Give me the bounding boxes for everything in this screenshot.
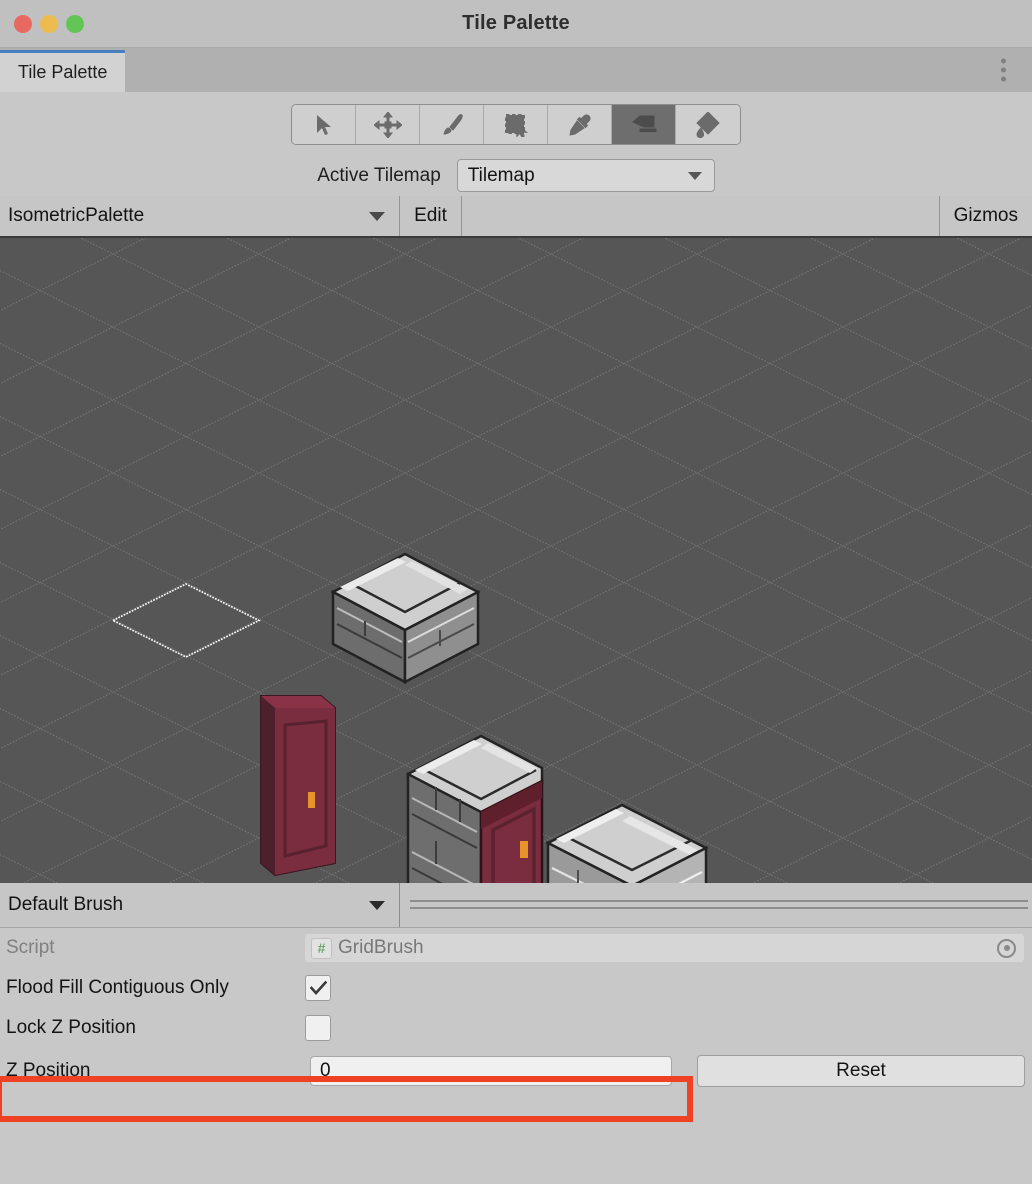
erase-tool-button[interactable]: [612, 105, 676, 144]
kebab-menu-icon[interactable]: [997, 55, 1010, 86]
window-titlebar: Tile Palette: [0, 0, 1032, 48]
door-knob: [520, 841, 528, 858]
lock-z-label: Lock Z Position: [6, 1017, 136, 1038]
tab-bar: Tile Palette: [0, 48, 1032, 92]
door-knob: [308, 792, 315, 808]
checkmark-icon: [309, 981, 327, 995]
property-row-flood-fill: Flood Fill Contiguous Only: [0, 968, 1032, 1008]
move-arrows-icon: [373, 111, 402, 138]
paint-tool-button[interactable]: [420, 105, 484, 144]
script-label: Script: [6, 937, 55, 958]
tile-door-flat: [260, 695, 336, 877]
toolbar-row: [0, 104, 1032, 145]
palette-dropdown[interactable]: IsometricPalette: [0, 196, 400, 236]
object-picker-dot: [1003, 945, 1010, 951]
active-tilemap-value: Tilemap: [467, 164, 535, 186]
window-title: Tile Palette: [462, 12, 570, 34]
flood-fill-checkbox[interactable]: [305, 975, 331, 1001]
tab-label: Tile Palette: [18, 62, 108, 82]
close-button[interactable]: [14, 14, 32, 33]
picker-tool-button[interactable]: [548, 105, 612, 144]
chevron-down-icon: [369, 211, 385, 221]
property-row-lock-z: Lock Z Position: [0, 1008, 1032, 1048]
script-value: GridBrush: [338, 937, 424, 958]
script-badge-icon: #: [311, 937, 332, 959]
kebab-dot: [1001, 58, 1006, 64]
eraser-icon: [630, 114, 658, 136]
z-position-input[interactable]: 0: [310, 1056, 672, 1086]
property-row-script: Script # GridBrush: [0, 928, 1032, 968]
tool-toolbar: [291, 104, 741, 145]
kebab-dot: [1001, 76, 1006, 82]
reset-label: Reset: [836, 1060, 886, 1081]
tool-area: Active Tilemap Tilemap: [0, 92, 1032, 196]
brush-name: Default Brush: [8, 894, 124, 915]
gizmos-button[interactable]: Gizmos: [940, 196, 1032, 236]
kebab-dot: [1001, 67, 1006, 73]
marquee-select-icon: [504, 113, 528, 137]
brush-toolbar: Default Brush: [0, 883, 1032, 928]
minimize-button[interactable]: [40, 14, 58, 33]
active-tilemap-row: Active Tilemap Tilemap: [0, 159, 1032, 192]
gizmos-label: Gizmos: [953, 205, 1018, 226]
tile-palette-canvas[interactable]: [0, 238, 1032, 883]
chevron-down-icon: [687, 171, 702, 180]
paint-bucket-icon: [695, 111, 721, 138]
brush-dropdown[interactable]: Default Brush: [0, 883, 400, 927]
tab-tile-palette[interactable]: Tile Palette: [0, 50, 126, 92]
property-row-z-position: Z Position 0 Reset: [0, 1048, 1032, 1094]
palette-edit-label: Edit: [414, 205, 447, 226]
select-tool-button[interactable]: [292, 105, 356, 144]
active-tilemap-label: Active Tilemap: [317, 164, 441, 186]
active-tilemap-dropdown[interactable]: Tilemap: [456, 159, 715, 192]
z-position-value: 0: [320, 1060, 331, 1081]
brush-properties-panel: Script # GridBrush Flood Fill Contiguous…: [0, 928, 1032, 1094]
handle-line: [410, 900, 1028, 902]
palette-edit-button[interactable]: Edit: [400, 196, 462, 236]
move-tool-button[interactable]: [356, 105, 420, 144]
canvas-artwork: [0, 238, 1032, 883]
palette-toolbar: IsometricPalette Edit Gizmos: [0, 196, 1032, 238]
maximize-button[interactable]: [66, 14, 84, 33]
object-picker-icon[interactable]: [997, 938, 1016, 958]
z-position-label: Z Position: [6, 1060, 91, 1081]
box-fill-tool-button[interactable]: [484, 105, 548, 144]
tile-palette-window: Tile Palette Tile Palette Active Tilemap…: [0, 0, 1032, 1122]
script-object-field[interactable]: # GridBrush: [305, 934, 1024, 962]
eyedropper-icon: [568, 113, 592, 137]
fill-tool-button[interactable]: [676, 105, 740, 144]
palette-name: IsometricPalette: [8, 205, 145, 226]
palette-toolbar-spacer: [462, 196, 940, 236]
chevron-down-icon: [369, 900, 385, 910]
window-controls: [14, 14, 84, 33]
lock-z-checkbox[interactable]: [305, 1015, 331, 1041]
reset-button[interactable]: Reset: [697, 1055, 1025, 1087]
tab-bar-empty: [125, 48, 1032, 92]
panel-resize-handle[interactable]: [400, 883, 1032, 927]
flood-fill-label: Flood Fill Contiguous Only: [6, 977, 229, 998]
handle-line: [410, 907, 1028, 909]
cursor-arrow-icon: [314, 114, 334, 136]
paintbrush-icon: [440, 113, 464, 137]
